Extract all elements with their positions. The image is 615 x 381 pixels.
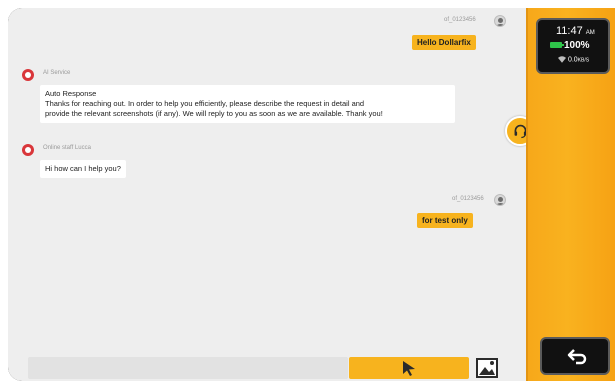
- staff-avatar: [22, 144, 34, 156]
- message-bubble: for test only: [417, 213, 473, 228]
- clock: 11:47 AM: [556, 25, 595, 37]
- user-avatar: [494, 194, 506, 206]
- network-speed-unit: KB/S: [577, 57, 590, 64]
- message-bubble: Hello Dollarfix: [412, 35, 476, 50]
- message-sender: of_0123456: [452, 196, 484, 202]
- chat-area: of_0123456 Hello Dollarfix AI Service Au…: [8, 8, 536, 381]
- message-sender: of_0123456: [444, 17, 476, 23]
- clock-ampm: AM: [585, 30, 595, 36]
- message-bubble: Hi how can I help you?: [40, 160, 126, 178]
- battery-status: 100%: [550, 40, 590, 51]
- back-arrow-icon: [567, 349, 587, 365]
- ai-service-avatar: [22, 69, 34, 81]
- device-frame: of_0123456 Hello Dollarfix AI Service Au…: [8, 8, 615, 381]
- image-upload-button[interactable]: [476, 358, 498, 378]
- message-input[interactable]: [28, 357, 348, 379]
- battery-level: 100%: [564, 40, 590, 51]
- send-button[interactable]: [349, 357, 469, 379]
- message-sender: Online staff Lucca: [43, 145, 91, 151]
- network-speed: 0.0KB/S: [558, 56, 589, 63]
- battery-icon: [550, 42, 564, 49]
- auto-response-line: provide the relevant screenshots (if any…: [45, 109, 383, 118]
- message-sender: AI Service: [43, 70, 71, 76]
- clock-time: 11:47: [556, 25, 583, 37]
- back-button[interactable]: [540, 337, 610, 375]
- auto-response-title: Auto Response: [45, 89, 97, 98]
- status-panel: 11:47 AM 100% 0.0KB/S: [536, 18, 610, 74]
- wifi-icon: [558, 56, 566, 63]
- auto-response-line: Thanks for reaching out. In order to hel…: [45, 99, 365, 108]
- image-icon: [476, 358, 498, 378]
- auto-response-bubble: Auto Response Thanks for reaching out. I…: [40, 85, 455, 123]
- network-speed-value: 0.0: [567, 56, 578, 64]
- user-avatar: [494, 15, 506, 27]
- send-arrow-icon: [403, 361, 415, 376]
